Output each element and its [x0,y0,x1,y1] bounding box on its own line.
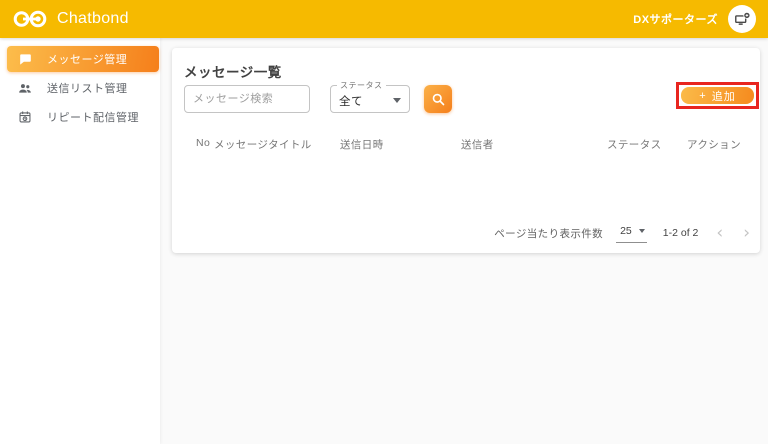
message-search-input[interactable] [184,85,310,113]
user-avatar[interactable] [728,5,756,33]
chevron-down-icon [638,229,645,233]
message-list-card: メッセージ一覧 ステータス 全て + 追加 No メッセージタイトル 送信日時 … [172,48,760,253]
sidebar-item-send-list-management[interactable]: 送信リスト管理 [7,75,159,101]
rows-per-page-label: ページ当たり表示件数 [494,227,604,240]
chevron-down-icon [393,98,401,103]
rows-per-page-select[interactable]: 25 [616,223,647,243]
page-title: メッセージ一覧 [184,65,282,80]
pagination: ページ当たり表示件数 25 1-2 of 2 ‹ › [494,223,750,243]
search-icon [431,92,446,107]
rows-per-page-value: 25 [620,225,632,237]
chatbond-link-icon [12,8,48,30]
app-header: Chatbond DXサポーターズ [0,0,768,38]
sidebar-item-label: メッセージ管理 [47,54,128,66]
sidebar-item-label: リピート配信管理 [47,112,139,124]
user-name-label: DXサポーターズ [633,14,718,26]
column-header-status: ステータス [607,139,662,151]
status-filter-select[interactable]: ステータス 全て [330,81,410,113]
sidebar-item-repeat-delivery-management[interactable]: リピート配信管理 [7,104,159,130]
column-header-action: アクション [687,139,741,151]
search-button[interactable] [424,85,452,113]
sidebar: メッセージ管理 送信リスト管理 リピート配信管理 [0,38,160,444]
people-icon [18,81,32,95]
previous-page-button[interactable]: ‹ [716,225,723,242]
brand-logo[interactable]: Chatbond [12,8,129,30]
calendar-repeat-icon [18,110,32,124]
device-plus-icon [734,11,751,28]
chat-bubble-icon [18,52,32,66]
add-button[interactable]: + 追加 [681,87,754,104]
pagination-range-label: 1-2 of 2 [662,227,699,239]
table-header-row: No メッセージタイトル 送信日時 送信者 ステータス アクション [172,137,760,151]
status-filter-label: ステータス [337,81,386,90]
column-header-no: No [196,137,211,149]
brand-name: Chatbond [57,10,129,27]
sidebar-item-message-management[interactable]: メッセージ管理 [7,46,159,72]
highlight-box: + 追加 [676,82,759,109]
sidebar-item-label: 送信リスト管理 [47,83,128,95]
plus-icon: + [699,89,707,102]
column-header-message-title: メッセージタイトル [214,139,312,151]
next-page-button[interactable]: › [743,225,750,242]
add-button-label: 追加 [711,90,736,103]
column-header-send-datetime: 送信日時 [340,139,384,151]
column-header-sender: 送信者 [461,139,494,151]
status-filter-value: 全て [339,96,363,108]
